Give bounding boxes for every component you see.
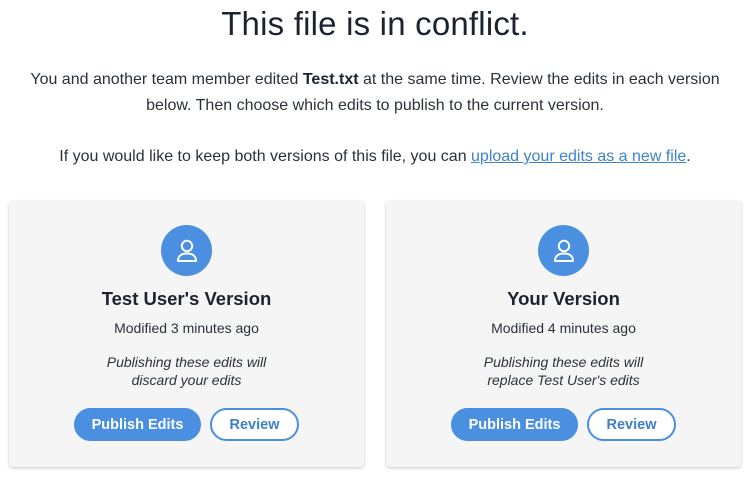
publish-edits-button[interactable]: Publish Edits — [451, 408, 578, 441]
intro-text-before: You and another team member edited — [30, 71, 303, 88]
publish-warning-line-2: replace Test User's edits — [487, 372, 640, 388]
publish-warning-line-2: discard your edits — [131, 372, 242, 388]
user-icon — [538, 225, 589, 276]
publish-warning: Publishing these edits will replace Test… — [436, 353, 691, 389]
version-title: Your Version — [507, 288, 620, 309]
publish-warning-line-1: Publishing these edits will — [483, 354, 644, 370]
upload-as-new-file-link[interactable]: upload your edits as a new file — [471, 148, 686, 165]
user-icon — [161, 225, 212, 276]
version-card-yours: Your Version Modified 4 minutes ago Publ… — [386, 201, 741, 467]
review-button[interactable]: Review — [210, 408, 299, 441]
publish-warning-line-1: Publishing these edits will — [106, 354, 267, 370]
page-title: This file is in conflict. — [221, 5, 529, 42]
modified-timestamp: Modified 4 minutes ago — [491, 320, 636, 336]
conflict-filename: Test.txt — [302, 71, 359, 88]
version-title: Test User's Version — [101, 288, 272, 309]
version-card-test-user: Test User's Version Modified 3 minutes a… — [9, 201, 364, 467]
publish-warning: Publishing these edits will discard your… — [59, 353, 314, 389]
keep-both-period: . — [686, 148, 691, 165]
modified-timestamp: Modified 3 minutes ago — [114, 320, 259, 336]
conflict-description: You and another team member edited Test.… — [30, 67, 720, 119]
conflict-page: This file is in conflict. You and anothe… — [0, 0, 750, 479]
keep-both-message: If you would like to keep both versions … — [20, 144, 730, 170]
keep-both-text: If you would like to keep both versions … — [59, 148, 472, 165]
publish-edits-button[interactable]: Publish Edits — [74, 408, 201, 441]
review-button[interactable]: Review — [587, 408, 676, 441]
